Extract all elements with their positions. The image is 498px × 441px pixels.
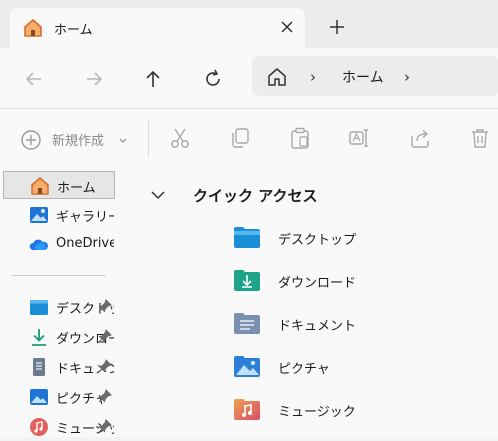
home-icon	[30, 176, 50, 196]
sidebar-item-label: ギャラリー	[56, 210, 114, 225]
download-arrow-icon	[29, 327, 49, 347]
share-icon[interactable]	[408, 126, 432, 150]
navigation-pane: ホーム ギャラリー OneDrive デスクトップ ダウンロード ドキュメント	[0, 167, 118, 437]
sidebar-item-documents[interactable]: ドキュメント	[3, 353, 115, 381]
desktop-folder-icon	[29, 297, 49, 317]
paste-icon[interactable]	[288, 126, 312, 150]
sidebar-item-downloads[interactable]: ダウンロード	[3, 323, 115, 351]
navigation-bar: › ホーム ›	[0, 48, 498, 108]
pictures-icon	[29, 387, 49, 407]
sidebar-item-desktop[interactable]: デスクトップ	[3, 293, 115, 321]
breadcrumb-chevron-icon[interactable]: ›	[404, 68, 410, 86]
sidebar-item-label: OneDrive	[56, 236, 114, 251]
quick-access-downloads[interactable]: ダウンロード	[232, 263, 452, 297]
tab-title: ホーム	[54, 23, 93, 38]
folder-label: デスクトップ	[278, 233, 357, 248]
delete-icon[interactable]	[468, 126, 492, 150]
pin-icon[interactable]	[98, 389, 112, 407]
pin-icon[interactable]	[98, 299, 112, 317]
music-icon	[29, 417, 49, 437]
command-divider	[148, 119, 149, 157]
sidebar-divider	[12, 275, 106, 276]
close-tab-icon[interactable]	[276, 16, 298, 38]
pin-icon[interactable]	[98, 329, 112, 347]
forward-icon[interactable]	[82, 67, 106, 91]
pictures-folder-icon	[232, 351, 262, 385]
home-icon	[22, 17, 44, 43]
quick-access-music[interactable]: ミュージック	[232, 392, 452, 426]
pin-icon[interactable]	[98, 359, 112, 377]
section-title[interactable]: クイック アクセス	[193, 185, 317, 206]
folder-label: ミュージック	[278, 405, 356, 420]
back-icon[interactable]	[22, 67, 46, 91]
up-icon[interactable]	[141, 67, 165, 91]
music-folder-icon	[232, 394, 262, 428]
sidebar-item-home[interactable]: ホーム	[3, 171, 115, 199]
quick-access-documents[interactable]: ドキュメント	[232, 306, 452, 340]
chevron-down-icon	[118, 135, 128, 150]
breadcrumb-chevron-icon[interactable]: ›	[310, 68, 316, 86]
folder-label: ドキュメント	[278, 319, 357, 334]
sidebar-item-onedrive[interactable]: OneDrive	[3, 231, 115, 259]
quick-access-desktop[interactable]: デスクトップ	[232, 220, 452, 254]
copy-icon[interactable]	[228, 126, 252, 150]
folder-label: ピクチャ	[278, 362, 330, 377]
new-tab-icon[interactable]	[326, 16, 348, 38]
tab-bar: ホーム	[0, 0, 498, 48]
sidebar-item-label: ホーム	[57, 181, 96, 196]
breadcrumb-home[interactable]: ホーム	[342, 67, 384, 87]
sidebar-item-gallery[interactable]: ギャラリー	[3, 201, 115, 229]
folder-label: ダウンロード	[278, 276, 357, 291]
pin-icon[interactable]	[98, 419, 112, 437]
desktop-folder-icon	[232, 222, 262, 256]
rename-icon[interactable]	[348, 126, 372, 150]
tab-home[interactable]: ホーム	[10, 8, 305, 48]
new-button-label: 新規作成	[52, 134, 105, 149]
address-home-icon[interactable]	[266, 66, 288, 92]
quick-access-pictures[interactable]: ピクチャ	[232, 349, 452, 383]
documents-folder-icon	[232, 308, 262, 342]
documents-icon	[29, 357, 49, 377]
gallery-icon	[29, 205, 49, 225]
address-bar[interactable]: › ホーム ›	[252, 56, 498, 96]
cut-icon[interactable]	[168, 126, 192, 150]
downloads-folder-icon	[232, 265, 262, 299]
sidebar-item-pictures[interactable]: ピクチャ	[3, 383, 115, 411]
refresh-icon[interactable]	[201, 67, 225, 91]
content-pane: クイック アクセス デスクトップ ダウンロード ドキュメント ピクチャ ミュージ…	[118, 167, 498, 437]
onedrive-icon	[29, 235, 49, 255]
command-bar: 新規作成	[0, 108, 498, 168]
plus-circle-icon	[20, 129, 42, 155]
collapse-chevron-icon[interactable]	[150, 187, 166, 207]
